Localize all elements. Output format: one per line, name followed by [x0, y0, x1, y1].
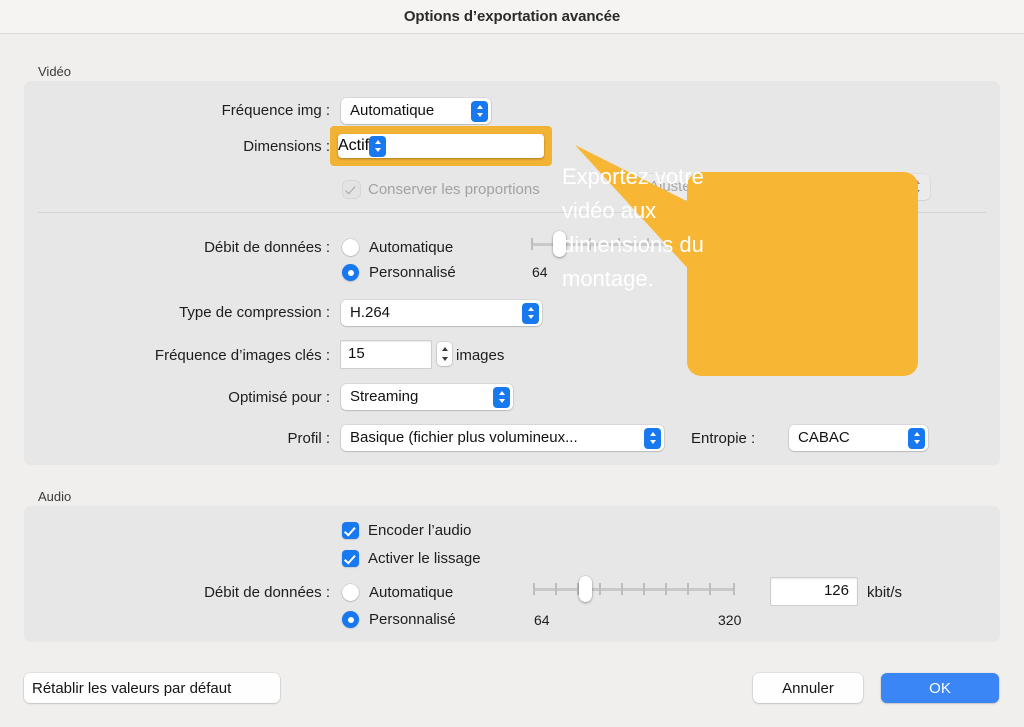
slider-tick	[621, 583, 623, 595]
chevron-updown-icon	[493, 386, 510, 408]
video-datarate-unit: s	[905, 239, 912, 255]
cancel-button[interactable]: Annuler	[753, 673, 863, 703]
enable-smoothing-checkbox[interactable]	[342, 550, 359, 567]
compression-type-value: H.264	[350, 304, 391, 321]
chevron-updown-icon	[908, 427, 925, 449]
framerate-value: Automatique	[350, 102, 435, 119]
video-group-label: Vidéo	[38, 64, 72, 79]
slider-thumb[interactable]	[553, 231, 566, 257]
video-divider	[38, 212, 986, 213]
optimized-for-popup[interactable]: Streaming	[341, 384, 513, 410]
enable-smoothing-label: Activer le lissage	[368, 550, 481, 567]
keyframe-rate-label: Fréquence d’images clés :	[154, 347, 330, 364]
slider-tick	[531, 238, 533, 250]
framerate-popup[interactable]: Automatique	[341, 98, 491, 124]
profile-popup[interactable]: Basique (fichier plus volumineux...	[341, 425, 664, 451]
slider-tick	[647, 238, 649, 250]
dimensions-highlight-ring: Actif	[330, 126, 552, 166]
dimensions-value: Actif	[338, 137, 370, 154]
keyframe-rate-unit: images	[456, 347, 505, 364]
slider-tick	[589, 238, 591, 250]
fit-size-popup: Ajustement à la taille	[640, 174, 930, 200]
audio-datarate-custom-radio[interactable]	[342, 611, 359, 628]
slider-tick	[599, 583, 601, 595]
video-datarate-slider[interactable]	[531, 231, 735, 257]
chevron-updown-icon	[909, 176, 924, 198]
slider-tick	[709, 583, 711, 595]
slider-tick	[733, 583, 735, 595]
slider-tick	[687, 583, 689, 595]
video-slider-min-label: 64	[532, 264, 548, 280]
slider-tick	[533, 583, 535, 595]
profile-label: Profil :	[287, 430, 330, 447]
keyframe-rate-stepper[interactable]	[437, 342, 452, 366]
compression-type-popup[interactable]: H.264	[341, 300, 542, 326]
audio-datarate-unit: kbit/s	[867, 584, 903, 601]
slider-tick	[555, 583, 557, 595]
keep-aspect-ratio-checkbox[interactable]	[343, 181, 360, 198]
video-datarate-custom-label: Personnalisé	[369, 264, 456, 281]
reset-defaults-button[interactable]: Rétablir les valeurs par défaut	[24, 673, 280, 703]
optimized-for-value: Streaming	[350, 388, 419, 405]
slider-tick	[705, 238, 707, 250]
encode-audio-label: Encoder l’audio	[368, 522, 472, 539]
audio-datarate-custom-label: Personnalisé	[369, 611, 456, 628]
dialog-title: Options d’exportation avancée	[403, 8, 621, 25]
entropy-value: CABAC	[798, 429, 850, 446]
chevron-updown-icon	[644, 427, 661, 449]
optimized-for-label: Optimisé pour :	[228, 389, 330, 406]
audio-datarate-slider[interactable]	[533, 576, 735, 602]
video-datarate-custom-radio[interactable]	[342, 264, 359, 281]
dialog-title-bar: Options d’exportation avancée	[0, 0, 1024, 34]
audio-slider-min-label: 64	[534, 612, 550, 628]
dimensions-popup[interactable]: Actif	[338, 134, 544, 158]
chevron-updown-icon	[522, 302, 539, 324]
entropy-label: Entropie :	[691, 430, 756, 447]
compression-type-label: Type de compression :	[179, 304, 330, 321]
audio-datarate-auto-radio[interactable]	[342, 584, 359, 601]
slider-tick	[676, 238, 678, 250]
audio-panel	[24, 506, 1000, 642]
video-datarate-label: Débit de données :	[204, 239, 330, 256]
audio-slider-max-label: 320	[718, 612, 742, 628]
ok-button[interactable]: OK	[881, 673, 999, 703]
slider-tick	[733, 238, 735, 250]
slider-tick	[665, 583, 667, 595]
advanced-export-options-dialog: Options d’exportation avancée Vidéo Fréq…	[0, 0, 1024, 727]
audio-datarate-auto-label: Automatique	[369, 584, 454, 601]
dimensions-label: Dimensions :	[243, 138, 330, 155]
encode-audio-checkbox[interactable]	[342, 522, 359, 539]
keyframe-rate-input[interactable]: 15	[341, 341, 431, 368]
video-datarate-auto-radio[interactable]	[342, 239, 359, 256]
audio-datarate-input[interactable]: 126	[771, 578, 857, 605]
chevron-updown-icon	[471, 100, 488, 122]
fit-size-value: Ajustement à la taille	[649, 178, 788, 195]
slider-track	[533, 588, 735, 591]
keep-aspect-ratio-label: Conserver les proportions	[368, 181, 540, 198]
slider-tick	[643, 583, 645, 595]
audio-datarate-label: Débit de données :	[204, 584, 330, 601]
profile-value: Basique (fichier plus volumineux...	[350, 429, 578, 446]
chevron-updown-icon	[369, 135, 387, 157]
audio-group-label: Audio	[38, 489, 72, 504]
slider-thumb[interactable]	[579, 576, 592, 602]
video-datarate-auto-label: Automatique	[369, 239, 454, 256]
slider-tick	[618, 238, 620, 250]
framerate-label: Fréquence img :	[221, 102, 330, 119]
entropy-popup[interactable]: CABAC	[789, 425, 928, 451]
